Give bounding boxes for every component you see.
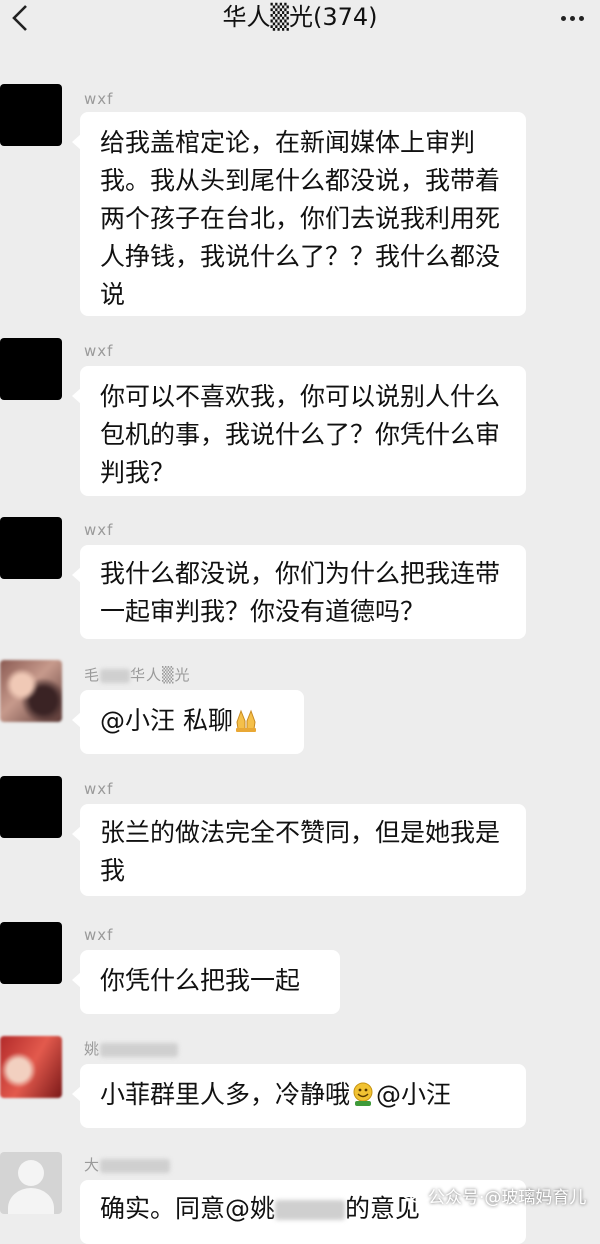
redacted-text	[100, 1042, 179, 1057]
avatar[interactable]	[0, 660, 62, 722]
redacted-text	[100, 1158, 171, 1173]
back-button[interactable]	[0, 0, 40, 36]
redacted-text	[100, 668, 131, 683]
message-text: 张兰的做法完全不赞同，但是她我是我	[100, 818, 501, 885]
message-bubble[interactable]: 你凭什么把我一起	[72, 950, 340, 1014]
avatar[interactable]	[0, 922, 62, 984]
message-bubble[interactable]: @小汪 私聊	[72, 690, 304, 754]
sender-name: 姚	[84, 1038, 179, 1059]
chat-header: 华人▒光(374)	[0, 0, 600, 40]
sender-name: wxf	[84, 926, 114, 944]
avatar[interactable]	[0, 84, 62, 146]
watermark: 公众号·@玻璃妈育儿	[402, 1182, 586, 1208]
sender-name: wxf	[84, 521, 114, 539]
sender-name: 毛华人▒光	[84, 666, 191, 684]
message-text: 你可以不喜欢我，你可以说别人什么包机的事，我说什么了？你凭什么审判我？	[100, 382, 501, 487]
redacted-text	[275, 1200, 346, 1220]
message-bubble[interactable]: 你可以不喜欢我，你可以说别人什么包机的事，我说什么了？你凭什么审判我？	[72, 366, 526, 496]
sender-name: wxf	[84, 90, 114, 108]
message-bubble[interactable]: 张兰的做法完全不赞同，但是她我是我	[72, 804, 526, 896]
message-bubble[interactable]: 小菲群里人多，冷静哦 @小汪	[72, 1064, 526, 1128]
more-options-button[interactable]	[552, 2, 592, 34]
sender-name: 大	[84, 1154, 171, 1175]
message-text: 小菲群里人多，冷静哦	[100, 1080, 351, 1109]
wechat-icon	[402, 1186, 424, 1203]
message-bubble[interactable]: 给我盖棺定论，在新闻媒体上审判我。我从头到尾什么都没说，我带着两个孩子在台北，你…	[72, 112, 526, 316]
avatar[interactable]	[0, 338, 62, 400]
avatar[interactable]	[0, 776, 62, 838]
avatar[interactable]	[0, 1036, 62, 1098]
message-text: @小汪 私聊	[100, 706, 233, 735]
sender-name: wxf	[84, 780, 114, 798]
folded-hands-emoji	[235, 709, 256, 732]
message-text: 确实。同意@姚	[100, 1194, 276, 1223]
grinning-face-emoji	[353, 1082, 373, 1106]
sender-name: wxf	[84, 342, 114, 360]
more-dots-icon	[560, 15, 566, 21]
chevron-left-icon	[12, 5, 27, 31]
message-bubble[interactable]: 我什么都没说，你们为什么把我连带一起审判我？你没有道德吗？	[72, 545, 526, 639]
message-text: 我什么都没说，你们为什么把我连带一起审判我？你没有道德吗？	[100, 559, 501, 626]
avatar[interactable]	[0, 1152, 62, 1214]
avatar[interactable]	[0, 517, 62, 579]
message-text: 给我盖棺定论，在新闻媒体上审判我。我从头到尾什么都没说，我带着两个孩子在台北，你…	[100, 128, 501, 309]
chat-title: 华人▒光(374)	[222, 3, 378, 31]
message-text: 你凭什么把我一起	[100, 966, 301, 995]
message-text: @小汪	[376, 1080, 452, 1109]
